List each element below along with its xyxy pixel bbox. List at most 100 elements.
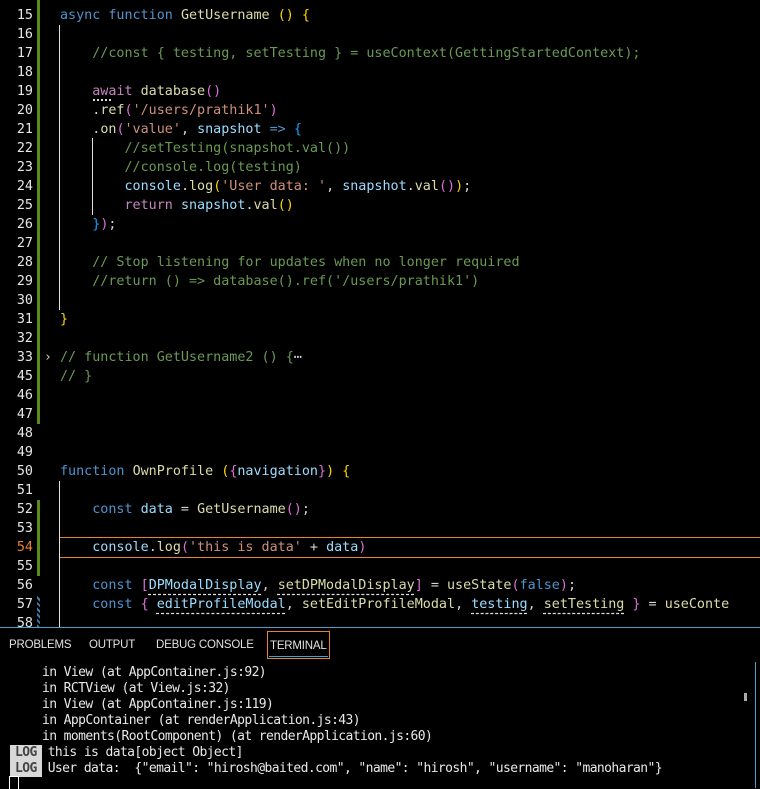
line-number: 56 (16, 578, 33, 593)
line-number: 47 (16, 407, 33, 422)
code-editor[interactable]: 15 async function GetUsername () { 16 17 //… (0, 0, 760, 627)
code-token: testing (471, 597, 528, 612)
code-line[interactable]: 29 //return () => database().ref('/users… (0, 272, 760, 291)
code-text: await database() (60, 82, 221, 101)
code-line[interactable]: 45 // } (0, 367, 760, 386)
code-line[interactable]: 58 (0, 614, 760, 627)
code-line[interactable]: 33 › // function GetUsername2 () {⋯ (0, 348, 760, 367)
code-line[interactable]: 51 (0, 481, 760, 500)
code-line[interactable]: 53 (0, 519, 760, 538)
code-line[interactable]: 26 }); (0, 215, 760, 234)
line-number: 25 (16, 198, 33, 213)
code-line[interactable]: 28 // Stop listening for updates when no… (0, 253, 760, 272)
line-number: 20 (16, 103, 33, 118)
code-text: //return () => database().ref('/users/pr… (60, 272, 479, 291)
code-text: .ref('/users/prathik1') (60, 101, 277, 120)
indent-guide (59, 25, 60, 310)
panel-divider (0, 627, 760, 628)
code-line[interactable]: 27 (0, 234, 760, 253)
code-token: false (519, 578, 560, 593)
code-text: function OwnProfile ({navigation}) { (60, 462, 350, 481)
code-line[interactable]: 20 .ref('/users/prathik1') (0, 101, 760, 120)
code-token: () (205, 84, 222, 99)
code-token: setEditProfileModal (301, 597, 456, 612)
code-token: , (261, 578, 278, 593)
code-token: //setTesting(snapshot.val()) (60, 141, 351, 156)
tab-problems[interactable]: PROBLEMS (9, 631, 72, 659)
code-line[interactable]: 48 (0, 424, 760, 443)
code-token: () (285, 502, 302, 517)
code-line[interactable]: 32 (0, 329, 760, 348)
line-number: 50 (16, 464, 33, 479)
code-token: async (60, 8, 109, 23)
stack-trace-line: in moments(RootComponent) (at renderAppl… (42, 729, 433, 745)
code-token: () { (277, 8, 310, 23)
code-line[interactable]: 56 const [DPModalDisplay, setDPModalDisp… (0, 576, 760, 595)
code-token: } (318, 464, 327, 479)
git-added-gutter (37, 500, 40, 576)
code-token: console (124, 179, 181, 194)
code-line[interactable]: 57 const { editProfileModal, setEditProf… (0, 595, 760, 614)
code-line[interactable]: 16 (0, 25, 760, 44)
code-token: () (277, 198, 294, 213)
fold-chevron-icon[interactable]: › (44, 348, 52, 367)
line-number: 45 (16, 369, 33, 384)
code-line[interactable]: 24 console.log('User data: ', snapshot.v… (0, 177, 760, 196)
line-number: 15 (16, 8, 33, 23)
log-entry: LOG this is data[object Object] (10, 745, 243, 761)
line-number: 26 (16, 217, 33, 232)
code-token: . (245, 198, 254, 213)
code-token: return (124, 198, 173, 213)
code-token: //console.log(testing) (60, 160, 302, 175)
code-token: . (406, 179, 415, 194)
code-line[interactable]: 52 const data = GetUsername(); (0, 500, 760, 519)
indent-guide (92, 138, 93, 215)
code-text: const [DPModalDisplay, setDPModalDisplay… (60, 576, 576, 595)
code-line[interactable]: 25 return snapshot.val() (0, 196, 760, 215)
code-line[interactable]: 18 (0, 63, 760, 82)
code-token: = (422, 578, 447, 593)
code-token: function (108, 8, 181, 23)
tab-debug-console[interactable]: DEBUG CONSOLE (156, 631, 254, 659)
code-line[interactable]: 19 await database() (0, 82, 760, 101)
code-line[interactable]: 55 (0, 557, 760, 576)
hint-dots (93, 99, 111, 101)
code-line[interactable]: 17 //const { testing, setTesting } = use… (0, 44, 760, 63)
code-text: // function GetUsername2 () {⋯ (60, 348, 302, 367)
code-text: const data = GetUsername(); (60, 500, 310, 519)
code-token: useState (447, 578, 512, 593)
terminal-output[interactable]: in View (at AppContainer.js:92) in RCTVie… (0, 662, 760, 788)
code-token: log (189, 179, 214, 194)
code-text: //const { testing, setTesting } = useCon… (60, 44, 640, 63)
tab-output[interactable]: OUTPUT (89, 631, 135, 659)
code-token: ( (511, 578, 520, 593)
code-token: 'value' (124, 122, 181, 137)
code-token: '/users/prathik1' (132, 103, 270, 118)
code-line[interactable]: 22 //setTesting(snapshot.val()) (0, 139, 760, 158)
code-line[interactable]: 49 (0, 443, 760, 462)
tab-terminal[interactable]: TERMINAL (267, 631, 330, 659)
line-number: 46 (16, 388, 33, 403)
code-line[interactable]: 30 (0, 291, 760, 310)
code-token: DPModalDisplay (148, 578, 262, 593)
code-line[interactable]: 50 function OwnProfile ({navigation}) { (0, 462, 760, 481)
line-number: 49 (16, 445, 33, 460)
code-line[interactable]: 31} (0, 310, 760, 329)
code-token: // } (60, 369, 93, 384)
code-line[interactable]: 15 async function GetUsername () { (0, 6, 760, 25)
code-line[interactable]: 47 (0, 405, 760, 424)
code-line[interactable]: 21 .on('value', snapshot => { (0, 120, 760, 139)
code-token: ) (455, 179, 464, 194)
code-line[interactable]: 46 (0, 386, 760, 405)
line-number: 23 (16, 160, 33, 175)
terminal-scrollbar[interactable] (744, 693, 747, 701)
code-line[interactable]: 23 //console.log(testing) (0, 158, 760, 177)
code-token: . (180, 179, 189, 194)
code-token: ( (124, 103, 133, 118)
code-token: GetUsername (197, 502, 286, 517)
code-token: ; (301, 502, 310, 517)
